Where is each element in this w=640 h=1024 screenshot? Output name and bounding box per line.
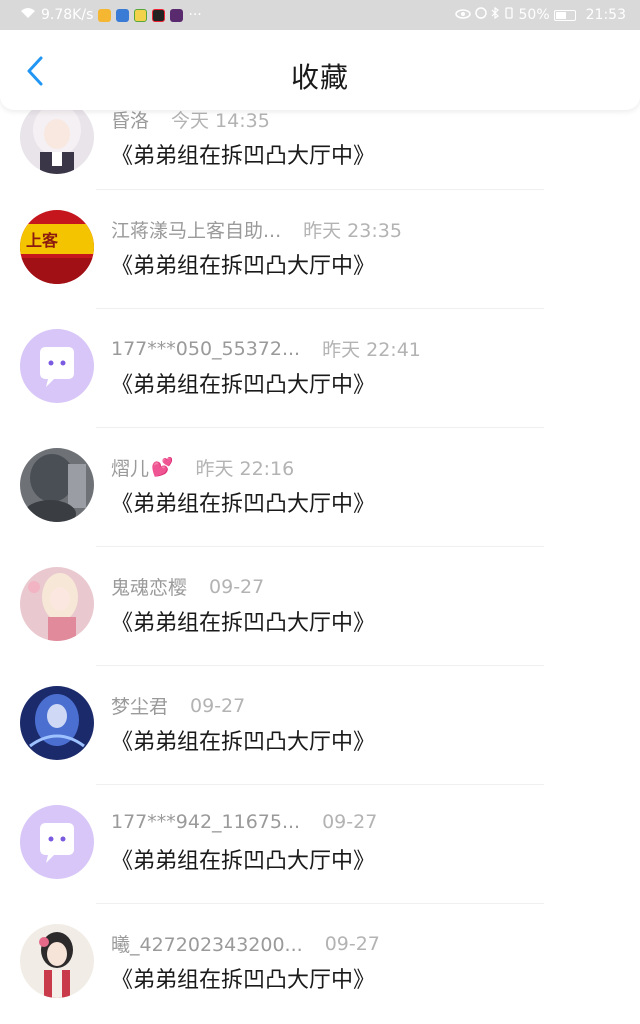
item-meta: 梦尘君 09-27	[111, 692, 245, 719]
battery-icon	[553, 9, 576, 21]
header: 收藏	[0, 30, 640, 110]
clock: 21:53	[585, 7, 626, 23]
avatar[interactable]: 上客	[20, 210, 94, 284]
alarm-icon	[474, 7, 487, 23]
item-meta: 曦_427202343200... 09-27	[111, 930, 380, 957]
sender-name: 熠儿	[111, 458, 150, 480]
app-icon-black	[152, 8, 166, 22]
wifi-icon	[20, 7, 36, 23]
message-text: 《弟弟组在拆凹凸大厅中》	[111, 849, 376, 874]
avatar[interactable]	[20, 100, 94, 174]
item-meta: 177***050_55372... 昨天 22:41	[111, 335, 421, 362]
timestamp: 09-27	[324, 932, 380, 955]
net-speed: 9.78K/s	[41, 7, 94, 23]
list-item[interactable]: 昏洛 今天 14:35 《弟弟组在拆凹凸大厅中》	[0, 100, 640, 190]
app-icon-yellow	[98, 8, 112, 22]
timestamp: 09-27	[209, 575, 265, 598]
timestamp: 09-27	[190, 694, 246, 717]
svg-text:上客: 上客	[26, 231, 59, 250]
sender-name: 曦_427202343200...	[111, 934, 303, 956]
avatar[interactable]	[20, 805, 94, 879]
message-text: 《弟弟组在拆凹凸大厅中》	[111, 373, 376, 398]
timestamp: 昨天 23:35	[303, 220, 402, 242]
sender-name: 江蒋漾马上客自助...	[111, 220, 282, 242]
bluetooth-icon	[491, 6, 499, 23]
item-meta: 昏洛 今天 14:35	[111, 106, 270, 133]
app-icon-blue	[116, 8, 130, 22]
page-title: 收藏	[290, 61, 349, 94]
app-icon-purple	[170, 8, 184, 22]
item-meta: 177***942_11675... 09-27	[111, 811, 377, 833]
avatar[interactable]	[20, 329, 94, 403]
message-text: 《弟弟组在拆凹凸大厅中》	[111, 492, 376, 517]
avatar[interactable]	[20, 448, 94, 522]
sender-name: 梦尘君	[111, 696, 169, 718]
status-right: 50% 21:53	[454, 6, 640, 23]
message-text: 《弟弟组在拆凹凸大厅中》	[111, 730, 376, 755]
list-item[interactable]: 177***050_55372... 昨天 22:41 《弟弟组在拆凹凸大厅中》	[0, 309, 640, 428]
eye-icon	[454, 7, 471, 23]
timestamp: 昨天 22:41	[322, 339, 421, 361]
avatar[interactable]	[20, 686, 94, 760]
item-meta: 熠儿 💕 昨天 22:16	[111, 454, 294, 481]
status-left: 9.78K/s ···	[0, 7, 202, 23]
avatar[interactable]	[20, 567, 94, 641]
list-item[interactable]: 177***942_11675... 09-27 《弟弟组在拆凹凸大厅中》	[0, 785, 640, 904]
message-text: 《弟弟组在拆凹凸大厅中》	[111, 968, 376, 993]
list-item[interactable]: 曦_427202343200... 09-27 《弟弟组在拆凹凸大厅中》	[0, 904, 640, 1023]
screen: 9.78K/s ··· 50% 21:53 收藏 昏洛 今天 14:35 《弟弟…	[0, 0, 640, 1024]
more-indicator: ···	[188, 7, 202, 23]
message-text: 《弟弟组在拆凹凸大厅中》	[111, 611, 376, 636]
message-text: 《弟弟组在拆凹凸大厅中》	[111, 254, 376, 279]
favorites-list: 昏洛 今天 14:35 《弟弟组在拆凹凸大厅中》 上客 江蒋漾马上客自助... …	[0, 100, 640, 1023]
sender-name: 昏洛	[111, 110, 150, 132]
battery-percent: 50%	[518, 7, 550, 23]
app-icon-green	[134, 8, 148, 22]
message-text: 《弟弟组在拆凹凸大厅中》	[111, 144, 376, 169]
list-item[interactable]: 熠儿 💕 昨天 22:16 《弟弟组在拆凹凸大厅中》	[0, 428, 640, 547]
sender-name: 177***942_11675...	[111, 811, 301, 833]
avatar[interactable]	[20, 924, 94, 998]
list-item[interactable]: 鬼魂恋樱 09-27 《弟弟组在拆凹凸大厅中》	[0, 547, 640, 666]
item-meta: 鬼魂恋樱 09-27	[111, 573, 264, 600]
sender-name: 177***050_55372...	[111, 337, 301, 360]
status-bar: 9.78K/s ··· 50% 21:53	[0, 0, 640, 30]
heart-emoji: 💕	[151, 457, 174, 478]
item-meta: 江蒋漾马上客自助... 昨天 23:35	[111, 216, 402, 243]
timestamp: 今天 14:35	[171, 110, 270, 132]
sender-name: 鬼魂恋樱	[111, 577, 188, 599]
list-item[interactable]: 梦尘君 09-27 《弟弟组在拆凹凸大厅中》	[0, 666, 640, 785]
timestamp: 昨天 22:16	[195, 458, 295, 480]
timestamp: 09-27	[322, 811, 378, 833]
vibrate-icon	[503, 7, 515, 23]
list-item[interactable]: 上客 江蒋漾马上客自助... 昨天 23:35 《弟弟组在拆凹凸大厅中》	[0, 190, 640, 309]
